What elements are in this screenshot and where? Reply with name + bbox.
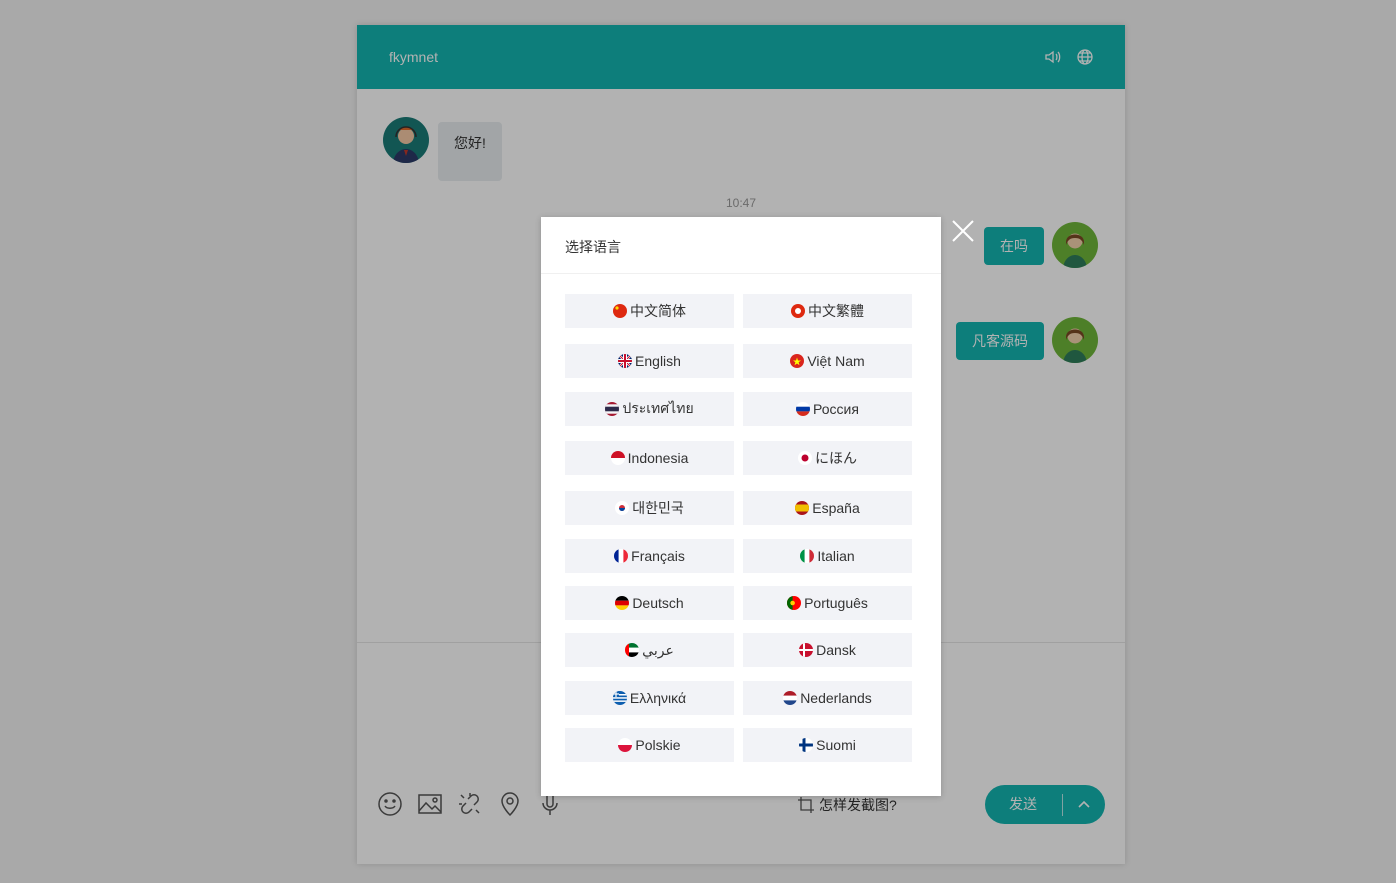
- language-label: Polskie: [635, 737, 681, 753]
- flag-jp-icon: [798, 451, 812, 465]
- flag-cn-icon: [613, 304, 627, 318]
- flag-th-icon: [605, 402, 620, 416]
- close-icon[interactable]: [950, 218, 976, 244]
- language-option[interactable]: Indonesia: [565, 441, 734, 475]
- language-option[interactable]: Français: [565, 539, 734, 573]
- language-option[interactable]: ประเทศไทย: [565, 392, 734, 426]
- flag-fr-icon: [614, 549, 629, 563]
- language-option[interactable]: 中文繁體: [743, 294, 912, 328]
- language-label: Indonesia: [627, 450, 689, 466]
- modal-separator: [541, 273, 941, 274]
- flag-fi-icon: [799, 738, 814, 752]
- flag-nl-icon: [783, 691, 798, 705]
- language-label: Dansk: [816, 642, 856, 658]
- flag-id-icon: [610, 451, 625, 465]
- language-option[interactable]: にほん: [743, 441, 912, 475]
- flag-de-icon: [615, 596, 630, 610]
- language-label: Français: [631, 548, 685, 564]
- language-option[interactable]: Россия: [743, 392, 912, 426]
- language-option[interactable]: Dansk: [743, 633, 912, 667]
- language-label: Nederlands: [800, 690, 872, 706]
- language-option[interactable]: English: [565, 344, 734, 378]
- flag-pl-icon: [618, 738, 633, 752]
- language-option[interactable]: عربي: [565, 633, 734, 667]
- language-option[interactable]: Nederlands: [743, 681, 912, 715]
- flag-es-icon: [795, 501, 810, 515]
- language-modal: 选择语言 中文简体 中文繁體 English Việt Nam ประเทศไท…: [541, 217, 941, 796]
- flag-gr-icon: [612, 691, 627, 705]
- language-option[interactable]: Polskie: [565, 728, 734, 762]
- flag-dk-icon: [799, 643, 814, 657]
- flag-ru-icon: [796, 402, 811, 416]
- flag-it-icon: [800, 549, 815, 563]
- language-label: Português: [804, 595, 868, 611]
- flag-ae-icon: [625, 643, 640, 657]
- language-label: عربي: [642, 641, 674, 658]
- language-label: Ελληνικά: [629, 690, 687, 706]
- language-label: Việt Nam: [807, 353, 865, 369]
- language-label: 대한민국: [632, 500, 684, 516]
- language-label: ประเทศไทย: [622, 400, 694, 416]
- modal-title: 选择语言: [565, 239, 621, 255]
- language-label: España: [812, 500, 860, 516]
- language-option[interactable]: España: [743, 491, 912, 525]
- language-label: English: [635, 353, 681, 369]
- flag-pt-icon: [787, 596, 802, 610]
- language-label: Italian: [817, 548, 855, 564]
- language-label: Россия: [813, 401, 859, 417]
- language-label: 中文繁體: [808, 303, 864, 319]
- language-option[interactable]: Italian: [743, 539, 912, 573]
- language-label: 中文简体: [630, 303, 686, 319]
- language-option[interactable]: 대한민국: [565, 491, 734, 525]
- flag-kr-icon: [615, 501, 630, 515]
- language-option[interactable]: Deutsch: [565, 586, 734, 620]
- language-label: Suomi: [816, 737, 856, 753]
- flag-vn-icon: [790, 354, 805, 368]
- language-label: にほん: [815, 450, 857, 466]
- language-option[interactable]: 中文简体: [565, 294, 734, 328]
- flag-hk-icon: [791, 304, 805, 318]
- language-option[interactable]: Việt Nam: [743, 344, 912, 378]
- language-option[interactable]: Português: [743, 586, 912, 620]
- language-option[interactable]: Suomi: [743, 728, 912, 762]
- language-option[interactable]: Ελληνικά: [565, 681, 734, 715]
- language-label: Deutsch: [632, 595, 684, 611]
- flag-gb-icon: [618, 354, 633, 368]
